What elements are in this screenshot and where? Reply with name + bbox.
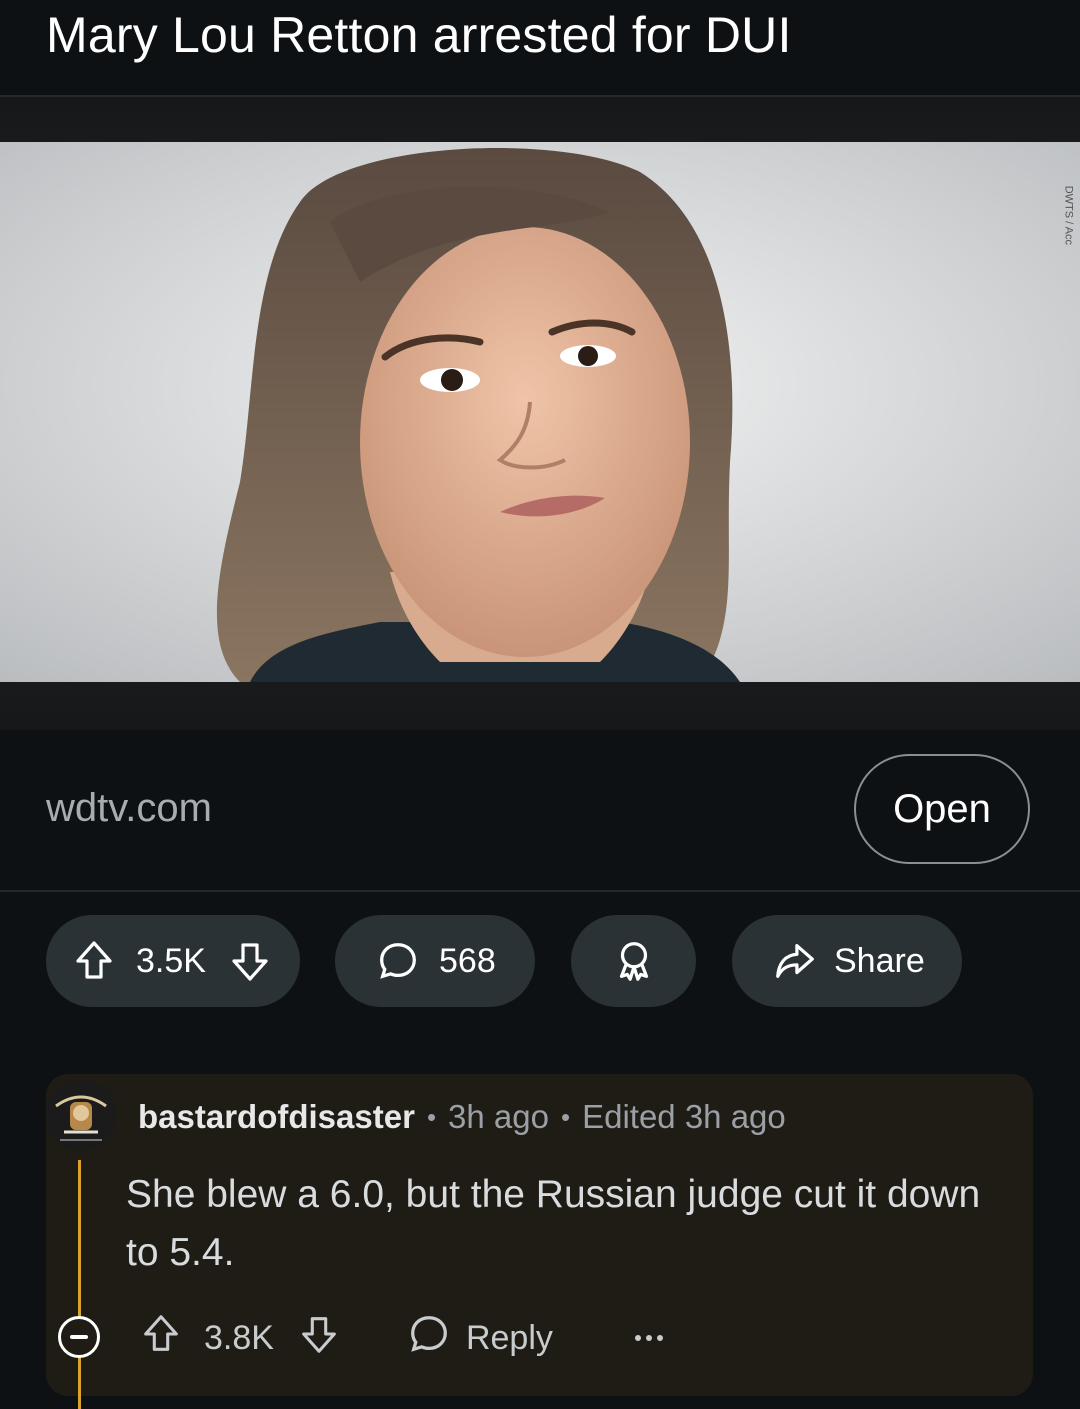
share-label: Share bbox=[834, 941, 925, 980]
upvote-icon[interactable] bbox=[70, 937, 118, 985]
comment-meta: bastardofdisaster • 3h ago • Edited 3h a… bbox=[138, 1098, 786, 1136]
comments-count: 568 bbox=[439, 941, 496, 980]
comment-body: She blew a 6.0, but the Russian judge cu… bbox=[126, 1173, 981, 1274]
image-credit: DWTS / Acc bbox=[1062, 185, 1074, 245]
comments-button[interactable]: 568 bbox=[335, 915, 535, 1007]
post-photo bbox=[0, 142, 1080, 682]
collapse-icon[interactable] bbox=[58, 1316, 100, 1358]
separator-dot: • bbox=[426, 1101, 437, 1132]
post-title: Mary Lou Retton arrested for DUI bbox=[46, 7, 792, 63]
vote-bar: 3.5K bbox=[46, 915, 300, 1007]
separator-dot: • bbox=[560, 1101, 571, 1132]
comment-time: 3h ago bbox=[448, 1098, 549, 1135]
award-icon bbox=[611, 938, 657, 984]
link-domain[interactable]: wdtv.com bbox=[46, 786, 212, 831]
reply-icon bbox=[406, 1311, 452, 1366]
open-button[interactable]: Open bbox=[854, 754, 1030, 864]
downvote-icon[interactable] bbox=[296, 1311, 342, 1366]
comment-username[interactable]: bastardofdisaster bbox=[138, 1098, 415, 1136]
thread-line[interactable] bbox=[78, 1160, 81, 1409]
post-header: Mary Lou Retton arrested for DUI bbox=[0, 0, 1080, 97]
comment-icon bbox=[375, 938, 421, 984]
award-button[interactable] bbox=[571, 915, 696, 1007]
comment-actions: 3.8K Reply bbox=[138, 1310, 663, 1366]
share-button[interactable]: Share bbox=[732, 915, 962, 1007]
upvote-icon[interactable] bbox=[138, 1311, 184, 1366]
avatar[interactable] bbox=[46, 1080, 116, 1150]
share-icon bbox=[772, 938, 818, 984]
comment-score: 3.8K bbox=[204, 1318, 274, 1357]
comment-edited: Edited 3h ago bbox=[582, 1098, 786, 1135]
link-preview-row: wdtv.com Open bbox=[0, 730, 1080, 892]
reply-label: Reply bbox=[465, 1318, 553, 1357]
post-media[interactable]: DWTS / Acc bbox=[0, 97, 1080, 730]
more-icon[interactable] bbox=[634, 1335, 663, 1341]
downvote-icon[interactable] bbox=[226, 937, 274, 985]
reply-button[interactable]: Reply bbox=[406, 1311, 553, 1366]
post-score: 3.5K bbox=[136, 941, 206, 980]
